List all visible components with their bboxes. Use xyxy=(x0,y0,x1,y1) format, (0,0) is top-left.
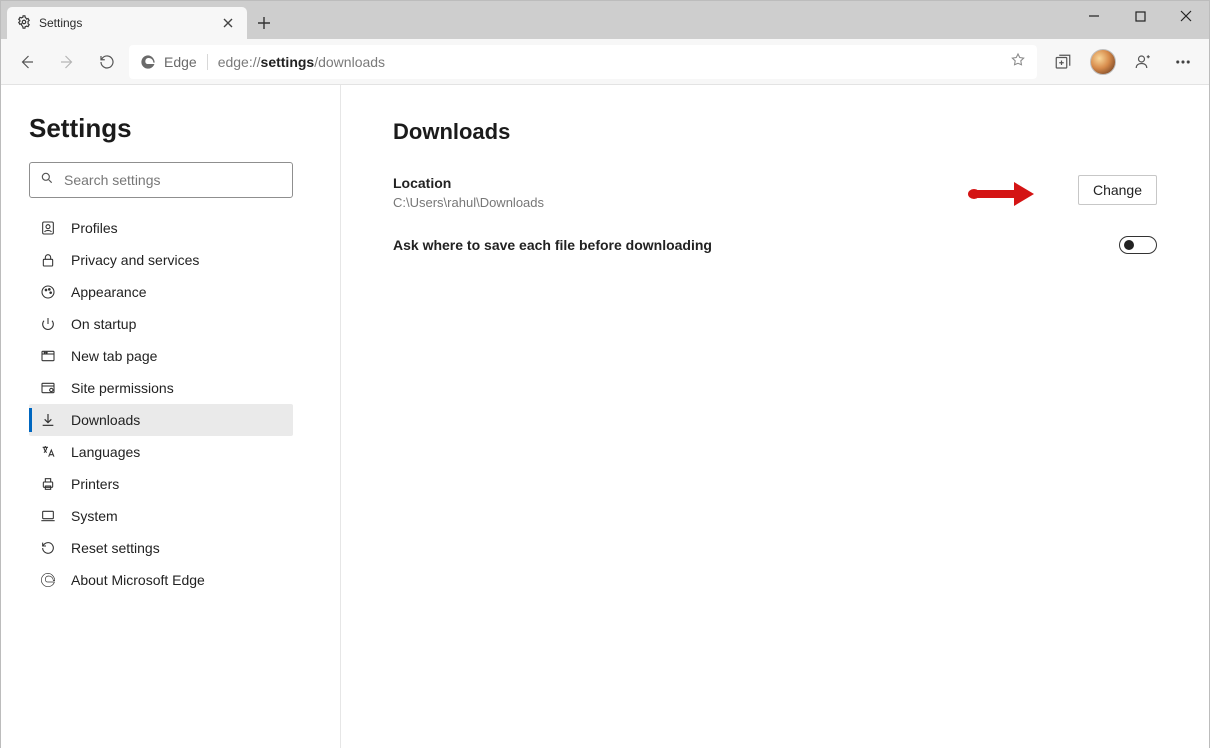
sidebar-item-new-tab-page[interactable]: New tab page xyxy=(29,340,293,372)
nav-icon xyxy=(39,283,57,301)
favorite-star-button[interactable] xyxy=(1010,52,1026,71)
ask-toggle[interactable] xyxy=(1119,236,1157,254)
sidebar-item-system[interactable]: System xyxy=(29,500,293,532)
sidebar-item-printers[interactable]: Printers xyxy=(29,468,293,500)
nav-icon xyxy=(39,315,57,333)
address-bar[interactable]: Edge edge://settings/downloads xyxy=(129,45,1037,79)
nav-back-button[interactable] xyxy=(9,44,45,80)
sidebar-item-label: Profiles xyxy=(71,220,118,236)
location-label: Location xyxy=(393,175,544,191)
nav-icon xyxy=(39,347,57,365)
url-text: edge://settings/downloads xyxy=(218,54,385,70)
sidebar-item-label: Site permissions xyxy=(71,380,174,396)
sidebar-item-privacy-and-services[interactable]: Privacy and services xyxy=(29,244,293,276)
nav-icon xyxy=(39,507,57,525)
sidebar-item-site-permissions[interactable]: Site permissions xyxy=(29,372,293,404)
profile-avatar[interactable] xyxy=(1085,44,1121,80)
sidebar-item-languages[interactable]: Languages xyxy=(29,436,293,468)
sidebar-item-label: Languages xyxy=(71,444,140,460)
sidebar-item-profiles[interactable]: Profiles xyxy=(29,212,293,244)
ask-row: Ask where to save each file before downl… xyxy=(393,236,1157,254)
sidebar-item-label: Privacy and services xyxy=(71,252,199,268)
nav-icon xyxy=(39,443,57,461)
page-title: Downloads xyxy=(393,119,1157,145)
sidebar-item-label: About Microsoft Edge xyxy=(71,572,205,588)
window-minimize-button[interactable] xyxy=(1071,1,1117,31)
window-close-button[interactable] xyxy=(1163,1,1209,31)
collections-button[interactable] xyxy=(1045,44,1081,80)
search-input[interactable] xyxy=(64,172,282,188)
gear-icon xyxy=(17,15,31,32)
sidebar-item-downloads[interactable]: Downloads xyxy=(29,404,293,436)
change-location-button[interactable]: Change xyxy=(1078,175,1157,205)
location-value: C:\Users\rahul\Downloads xyxy=(393,195,544,210)
tab-settings[interactable]: Settings xyxy=(7,7,247,39)
edge-icon xyxy=(140,54,156,70)
more-menu-button[interactable] xyxy=(1165,44,1201,80)
tab-title: Settings xyxy=(39,16,82,30)
sidebar-title: Settings xyxy=(29,113,316,144)
new-tab-button[interactable] xyxy=(247,7,281,39)
sidebar-item-reset-settings[interactable]: Reset settings xyxy=(29,532,293,564)
search-icon xyxy=(40,171,54,190)
sidebar-item-about-microsoft-edge[interactable]: About Microsoft Edge xyxy=(29,564,293,596)
sidebar-item-label: System xyxy=(71,508,118,524)
site-identity: Edge xyxy=(140,54,208,70)
nav-icon xyxy=(39,571,57,589)
browser-toolbar: Edge edge://settings/downloads xyxy=(1,39,1209,85)
sidebar-item-label: New tab page xyxy=(71,348,157,364)
nav-icon xyxy=(39,475,57,493)
nav-icon xyxy=(39,379,57,397)
sidebar-item-appearance[interactable]: Appearance xyxy=(29,276,293,308)
nav-icon xyxy=(39,539,57,557)
sidebar-item-label: On startup xyxy=(71,316,136,332)
close-tab-button[interactable] xyxy=(219,14,237,32)
nav-icon xyxy=(39,251,57,269)
feedback-button[interactable] xyxy=(1125,44,1161,80)
sidebar-item-label: Printers xyxy=(71,476,119,492)
settings-nav: Profiles Privacy and services Appearance On… xyxy=(29,212,293,596)
nav-refresh-button[interactable] xyxy=(89,44,125,80)
brand-label: Edge xyxy=(164,54,197,70)
nav-forward-button[interactable] xyxy=(49,44,85,80)
ask-label: Ask where to save each file before downl… xyxy=(393,237,712,253)
nav-icon xyxy=(39,411,57,429)
sidebar-item-on-startup[interactable]: On startup xyxy=(29,308,293,340)
search-settings[interactable] xyxy=(29,162,293,198)
settings-sidebar: Settings Profiles Privacy and services App… xyxy=(1,85,341,748)
sidebar-item-label: Reset settings xyxy=(71,540,160,556)
sidebar-item-label: Appearance xyxy=(71,284,147,300)
settings-content: Downloads Location C:\Users\rahul\Downlo… xyxy=(341,85,1209,748)
window-maximize-button[interactable] xyxy=(1117,1,1163,31)
window-controls xyxy=(1071,1,1209,39)
location-row: Location C:\Users\rahul\Downloads Change xyxy=(393,175,1157,210)
tab-strip: Settings xyxy=(1,1,1209,39)
sidebar-item-label: Downloads xyxy=(71,412,140,428)
nav-icon xyxy=(39,219,57,237)
